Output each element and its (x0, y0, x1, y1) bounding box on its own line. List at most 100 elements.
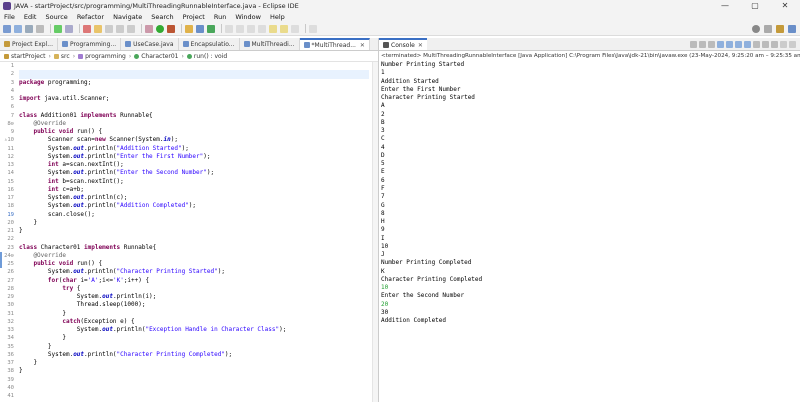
new-class-icon[interactable] (207, 24, 215, 33)
external-tools-icon[interactable] (167, 24, 175, 33)
code-line[interactable]: 6 (11, 103, 369, 111)
menu-search[interactable]: Search (151, 13, 173, 21)
code-line[interactable]: 25 public void run() { (0, 260, 369, 268)
last-edit-icon[interactable] (269, 24, 277, 33)
breadcrumb-class[interactable]: Character01 (134, 53, 179, 60)
display-console-icon[interactable] (762, 41, 769, 48)
code-line[interactable]: 37 } (7, 359, 369, 367)
code-line[interactable]: 40 (7, 384, 369, 392)
word-wrap-icon[interactable] (726, 41, 733, 48)
java-perspective-icon[interactable] (776, 25, 784, 33)
back-icon[interactable] (280, 24, 288, 33)
code-line[interactable]: 13 int a=scan.nextInt(); (7, 161, 369, 169)
annotation-prev-icon[interactable] (258, 24, 266, 33)
menu-project[interactable]: Project (183, 13, 205, 21)
tab-programming[interactable]: Programming... (58, 38, 122, 50)
tab-multithreading[interactable]: MultiThreadi... (240, 38, 300, 50)
tab-console[interactable]: Console ✕ (379, 38, 427, 50)
code-line[interactable]: 20 } (7, 219, 369, 227)
close-tab-icon[interactable]: ✕ (360, 42, 365, 49)
code-line[interactable]: 18 System.out.println("Addition Complete… (7, 202, 369, 210)
code-line[interactable]: 30 Thread.sleep(1000); (7, 301, 369, 309)
menu-window[interactable]: Window (235, 13, 261, 21)
run-icon[interactable] (156, 24, 164, 33)
maximize-view-icon[interactable] (789, 41, 796, 48)
minimize-button[interactable]: — (710, 0, 740, 11)
open-type-icon[interactable] (225, 24, 233, 33)
code-line[interactable]: 4 (11, 87, 369, 95)
tab-project-explorer[interactable]: Project Expl... (0, 38, 58, 50)
code-line[interactable]: 17 System.out.println(c); (7, 194, 369, 202)
code-line[interactable]: 16 int c=a+b; (7, 186, 369, 194)
code-line[interactable]: 22 (7, 235, 369, 243)
close-console-icon[interactable]: ✕ (418, 42, 423, 49)
code-line[interactable]: 2 (11, 70, 369, 79)
console-output[interactable]: Number Printing Started 1 Addition Started… (378, 61, 800, 402)
terminal-icon[interactable] (54, 24, 62, 33)
pin-console-icon[interactable] (753, 41, 760, 48)
code-editor[interactable]: 1 2 3 package programming; 4 5 import java.uti… (0, 62, 372, 402)
new-java-project-icon[interactable] (185, 24, 193, 33)
search-tool-icon[interactable] (236, 24, 244, 33)
code-line[interactable]: 14 System.out.println("Enter the Second … (7, 169, 369, 177)
terminate-icon[interactable] (690, 41, 697, 48)
menu-edit[interactable]: Edit (24, 13, 37, 21)
code-line[interactable]: 19 scan.close(); (7, 211, 369, 219)
save-icon[interactable] (14, 24, 22, 33)
code-line[interactable]: 35 } (7, 343, 369, 351)
menu-navigate[interactable]: Navigate (113, 13, 142, 21)
menu-help[interactable]: Help (270, 13, 285, 21)
breadcrumb-src[interactable]: src (53, 53, 70, 60)
code-line[interactable]: 24⊖ @Override (0, 251, 369, 260)
menu-refactor[interactable]: Refactor (77, 13, 104, 21)
minimize-view-icon[interactable] (780, 41, 787, 48)
code-line[interactable]: 29 System.out.println(i); (7, 293, 369, 301)
menu-file[interactable]: File (4, 13, 15, 21)
print-icon[interactable] (36, 24, 44, 33)
save-all-icon[interactable] (25, 24, 33, 33)
code-line[interactable]: 26 System.out.println("Character Printin… (7, 268, 369, 276)
pin-editor-icon[interactable] (309, 24, 317, 33)
code-line[interactable]: 36 System.out.println("Character Printin… (7, 351, 369, 359)
code-line[interactable]: 33 System.out.println("Exception Handle … (7, 326, 369, 334)
tab-usecase[interactable]: UseCase.java (121, 38, 179, 50)
code-line[interactable]: 8⊖ @Override (7, 120, 369, 128)
build-icon[interactable] (65, 24, 73, 33)
breadcrumb-package[interactable]: programming (78, 53, 126, 60)
menu-source[interactable]: Source (45, 13, 67, 21)
remove-launch-icon[interactable] (699, 41, 706, 48)
debug-perspective-icon[interactable] (788, 25, 796, 33)
code-line[interactable]: 32 catch(Exception e) { (7, 318, 369, 326)
clear-console-icon[interactable] (708, 41, 715, 48)
toggle-breakpoint-icon[interactable] (83, 24, 91, 33)
step-return-icon[interactable] (127, 24, 135, 33)
code-line[interactable]: 1 (11, 62, 369, 70)
annotation-next-icon[interactable] (247, 24, 255, 33)
skip-breakpoints-icon[interactable] (94, 24, 102, 33)
new-icon[interactable] (3, 24, 11, 33)
code-line[interactable]: 15 int b=scan.nextInt(); (7, 178, 369, 186)
code-line[interactable]: 21} (7, 227, 369, 235)
code-line[interactable]: 3 package programming; (11, 79, 369, 87)
breadcrumb-project[interactable]: startProject (4, 53, 46, 60)
code-line[interactable]: 34 } (7, 334, 369, 342)
maximize-button[interactable]: ▢ (740, 0, 770, 11)
code-line[interactable]: 7 class Addition01 implements Runnable{ (11, 112, 369, 120)
code-line[interactable]: ▵10 Scanner scan=new Scanner(System.in); (4, 136, 369, 144)
step-icon[interactable] (105, 24, 113, 33)
open-console-icon[interactable] (771, 41, 778, 48)
code-line[interactable]: 28 try { (7, 285, 369, 293)
code-line[interactable]: 31 } (7, 310, 369, 318)
tab-multithreading-active[interactable]: *MultiThread... ✕ (299, 38, 370, 50)
code-line[interactable]: 27 for(char i='A';i<='K';i++) { (7, 277, 369, 285)
code-line[interactable]: 12 System.out.println("Enter the First N… (7, 153, 369, 161)
new-package-icon[interactable] (196, 24, 204, 33)
code-area[interactable]: 1 2 3 package programming; 4 5 import java.uti… (0, 62, 369, 400)
search-icon[interactable] (752, 25, 760, 33)
code-line[interactable]: 23 class Character01 implements Runnable{ (7, 244, 369, 252)
show-on-output-icon[interactable] (735, 41, 742, 48)
scroll-lock-icon[interactable] (717, 41, 724, 48)
step-over-icon[interactable] (116, 24, 124, 33)
forward-icon[interactable] (291, 24, 299, 33)
debug-icon[interactable] (145, 24, 153, 33)
